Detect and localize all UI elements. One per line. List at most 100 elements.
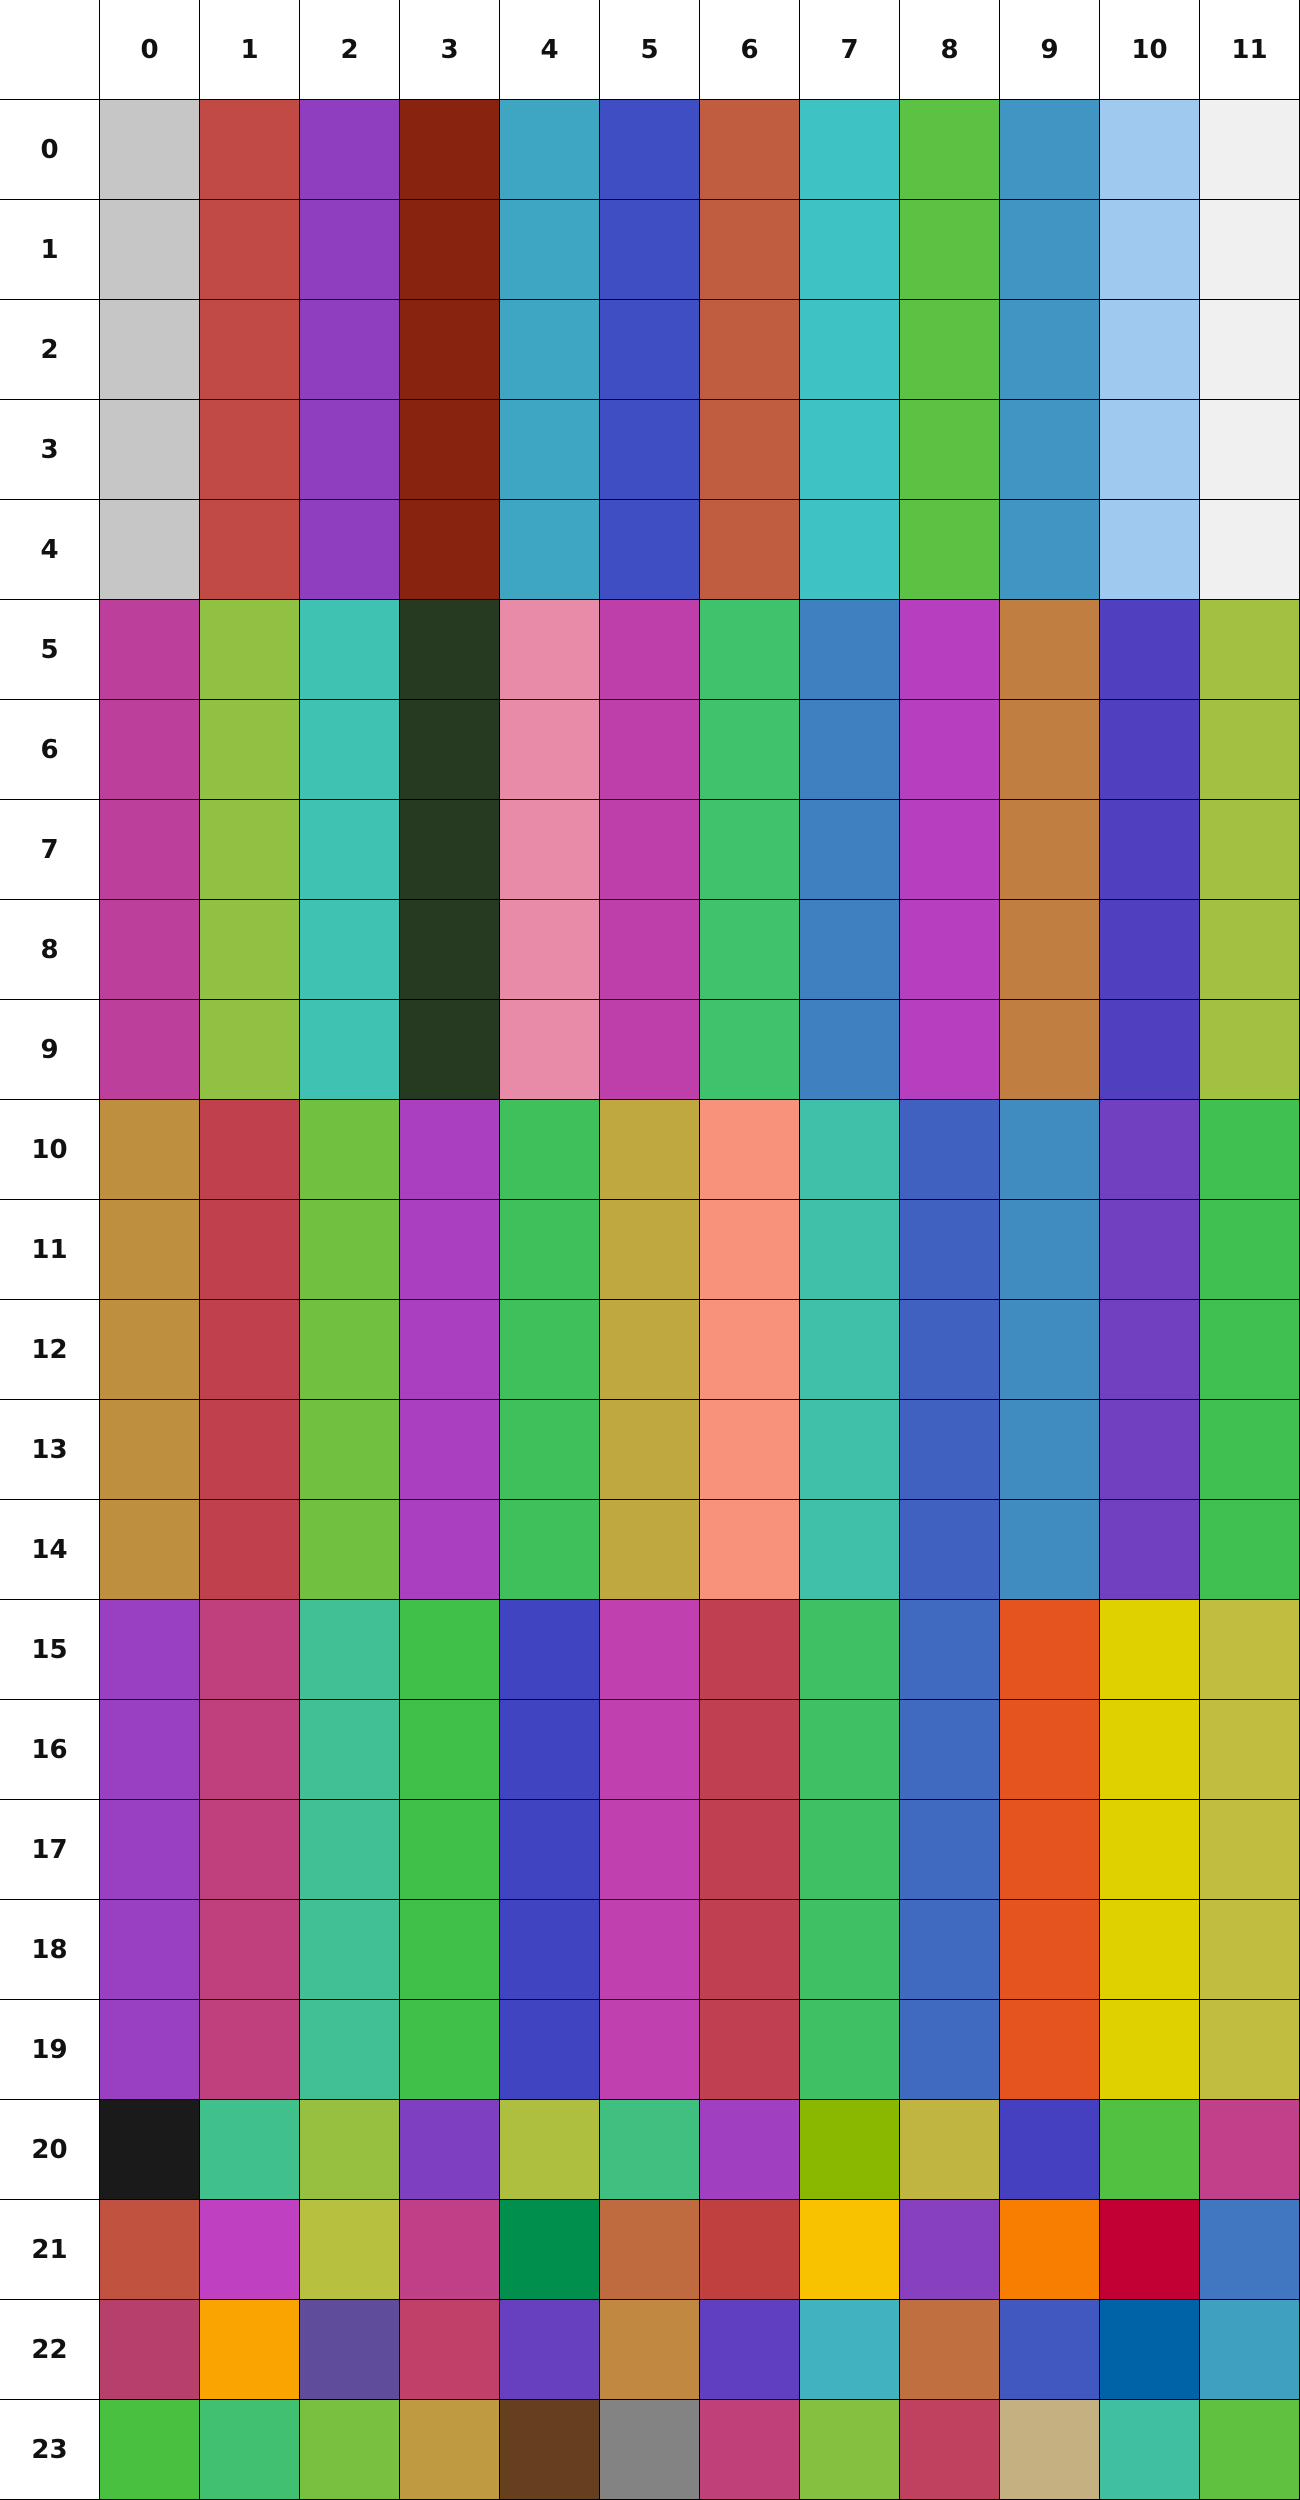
color-cell [600, 1100, 700, 1200]
color-cell [700, 2400, 800, 2500]
color-cell [800, 1200, 900, 1300]
color-cell [300, 1900, 400, 2000]
color-cell [100, 600, 200, 700]
color-cell [700, 200, 800, 300]
row-header: 4 [0, 500, 100, 600]
row-header: 6 [0, 700, 100, 800]
color-cell [800, 2400, 900, 2500]
color-cell [1200, 900, 1300, 1000]
color-cell [1000, 1500, 1100, 1600]
color-cell [500, 1900, 600, 2000]
color-cell [200, 1100, 300, 1200]
row-header: 8 [0, 900, 100, 1000]
color-cell [1200, 100, 1300, 200]
color-cell [100, 1800, 200, 1900]
color-cell [1000, 2400, 1100, 2500]
color-cell [300, 700, 400, 800]
color-cell [600, 1700, 700, 1800]
color-cell [800, 2000, 900, 2100]
color-cell [900, 1000, 1000, 1100]
color-cell [200, 1300, 300, 1400]
color-cell [900, 700, 1000, 800]
color-cell [400, 1400, 500, 1500]
row-header: 5 [0, 600, 100, 700]
color-cell [100, 100, 200, 200]
color-cell [700, 300, 800, 400]
color-cell [200, 1700, 300, 1800]
color-cell [1000, 800, 1100, 900]
color-cell [1200, 2100, 1300, 2200]
color-cell [300, 100, 400, 200]
color-cell [1100, 600, 1200, 700]
color-cell [900, 800, 1000, 900]
color-cell [500, 2400, 600, 2500]
color-cell [900, 1100, 1000, 1200]
column-header: 1 [200, 0, 300, 100]
color-cell [700, 1300, 800, 1400]
color-cell [1100, 1100, 1200, 1200]
color-cell [1200, 2300, 1300, 2400]
color-cell [600, 400, 700, 500]
color-cell [300, 200, 400, 300]
color-cell [200, 100, 300, 200]
color-cell [900, 1800, 1000, 1900]
column-header: 11 [1200, 0, 1300, 100]
color-cell [1000, 600, 1100, 700]
color-cell [200, 800, 300, 900]
color-cell [500, 1000, 600, 1100]
color-cell [600, 800, 700, 900]
color-cell [200, 300, 300, 400]
color-cell [1100, 1700, 1200, 1800]
color-cell [1100, 900, 1200, 1000]
color-cell [300, 800, 400, 900]
color-cell [1000, 1700, 1100, 1800]
color-cell [500, 1500, 600, 1600]
color-cell [200, 1200, 300, 1300]
color-cell [1200, 600, 1300, 700]
color-cell [400, 100, 500, 200]
color-cell [800, 700, 900, 800]
color-cell [100, 900, 200, 1000]
color-cell [1100, 1800, 1200, 1900]
color-cell [500, 1600, 600, 1700]
color-cell [1000, 2000, 1100, 2100]
color-cell [900, 2100, 1000, 2200]
color-cell [1200, 1400, 1300, 1500]
color-cell [900, 2400, 1000, 2500]
color-cell [700, 2200, 800, 2300]
color-cell [800, 200, 900, 300]
row-header: 18 [0, 1900, 100, 2000]
color-cell [800, 1900, 900, 2000]
color-cell [600, 500, 700, 600]
color-cell [300, 2200, 400, 2300]
row-header: 22 [0, 2300, 100, 2400]
color-cell [1000, 1600, 1100, 1700]
color-cell [1100, 2400, 1200, 2500]
color-cell [400, 1800, 500, 1900]
row-header: 21 [0, 2200, 100, 2300]
color-cell [900, 1700, 1000, 1800]
color-cell [900, 900, 1000, 1000]
color-cell [300, 2000, 400, 2100]
column-header: 7 [800, 0, 900, 100]
color-cell [1100, 800, 1200, 900]
color-cell [600, 1000, 700, 1100]
color-cell [800, 1100, 900, 1200]
color-cell [300, 1300, 400, 1400]
color-cell [1100, 2300, 1200, 2400]
color-cell [300, 1600, 400, 1700]
color-cell [600, 100, 700, 200]
color-cell [400, 800, 500, 900]
color-cell [1200, 2400, 1300, 2500]
color-cell [1000, 2200, 1100, 2300]
color-cell [100, 800, 200, 900]
color-cell [500, 1800, 600, 1900]
color-cell [300, 600, 400, 700]
color-cell [300, 400, 400, 500]
color-cell [800, 600, 900, 700]
row-header: 7 [0, 800, 100, 900]
color-cell [800, 1300, 900, 1400]
color-cell [100, 1400, 200, 1500]
color-cell [1100, 1500, 1200, 1600]
row-header: 11 [0, 1200, 100, 1300]
